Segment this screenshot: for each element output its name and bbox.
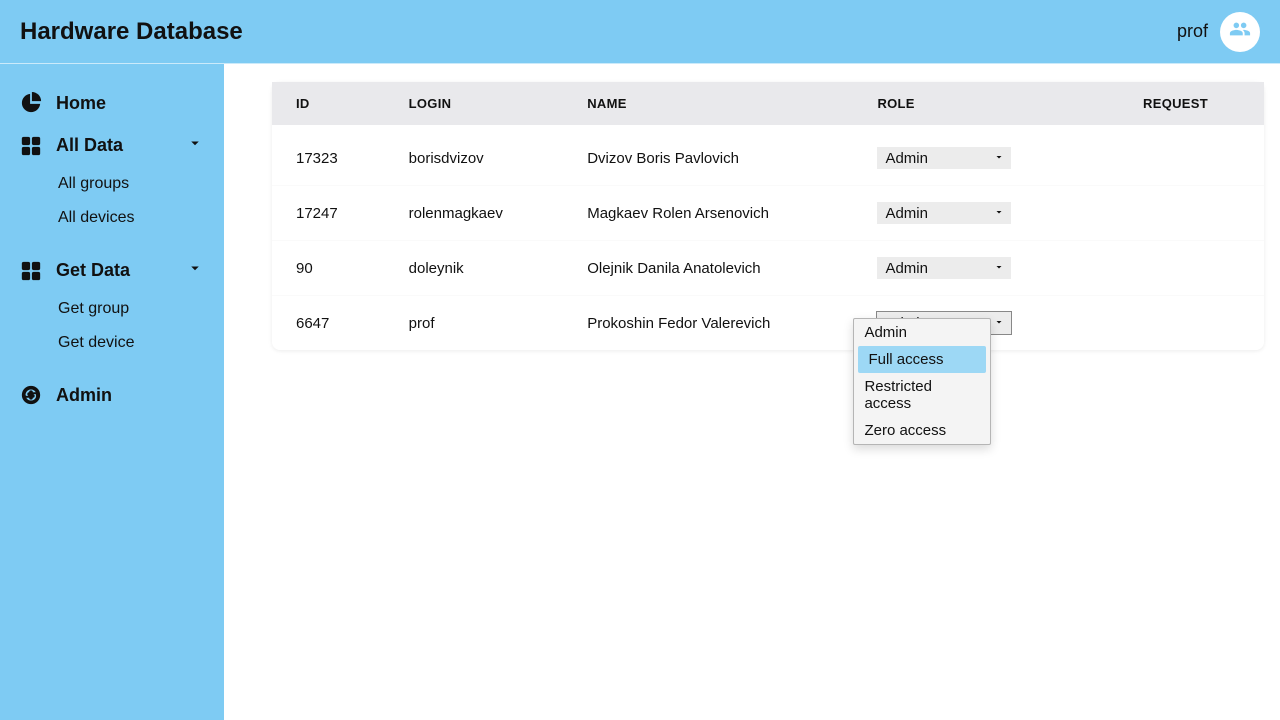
chevron-down-icon	[993, 205, 1005, 222]
cell-request	[1082, 296, 1264, 351]
cell-id: 90	[272, 241, 385, 296]
table-row: 17323borisdvizovDvizov Boris Pavlovich Ad…	[272, 125, 1264, 186]
cell-login: borisdvizov	[385, 125, 564, 186]
sidebar-item-get-group[interactable]: Get group	[12, 292, 212, 326]
users-table: ID LOGIN NAME ROLE REQUEST 17323borisdvi…	[272, 82, 1264, 350]
cell-name: Dvizov Boris Pavlovich	[563, 125, 853, 186]
col-login: LOGIN	[385, 82, 564, 125]
role-select-value: Admin	[885, 205, 928, 222]
table-row: 17247rolenmagkaevMagkaev Rolen Arsenovic…	[272, 186, 1264, 241]
username-label: prof	[1177, 21, 1208, 42]
cell-name: Magkaev Rolen Arsenovich	[563, 186, 853, 241]
role-select-value: Admin	[885, 260, 928, 277]
cell-login: doleynik	[385, 241, 564, 296]
role-option[interactable]: Zero access	[854, 417, 990, 444]
chevron-down-icon	[993, 260, 1005, 277]
role-select[interactable]: Admin	[877, 202, 1011, 224]
grid-icon	[20, 260, 42, 282]
col-id: ID	[272, 82, 385, 125]
pie-chart-icon	[20, 92, 42, 114]
cell-id: 17323	[272, 125, 385, 186]
role-select-value: Admin	[885, 150, 928, 167]
table-row: 6647profProkoshin Fedor ValerevichAdminA…	[272, 296, 1264, 351]
sidebar-item-all-devices[interactable]: All devices	[12, 201, 212, 235]
cell-role: Admin	[853, 241, 1082, 296]
grid-icon	[20, 135, 42, 157]
users-icon	[1229, 18, 1251, 45]
cell-role: Admin	[853, 186, 1082, 241]
role-option[interactable]: Full access	[858, 346, 986, 373]
user-area[interactable]: prof	[1177, 12, 1260, 52]
cell-request	[1082, 241, 1264, 296]
col-request: REQUEST	[1082, 82, 1264, 125]
avatar[interactable]	[1220, 12, 1260, 52]
chevron-down-icon	[993, 150, 1005, 167]
role-select[interactable]: Admin	[877, 147, 1011, 169]
sidebar-item-all-groups[interactable]: All groups	[12, 167, 212, 201]
sidebar-item-home[interactable]: Home	[12, 82, 212, 124]
cell-id: 17247	[272, 186, 385, 241]
col-role: ROLE	[853, 82, 1082, 125]
cell-name: Olejnik Danila Anatolevich	[563, 241, 853, 296]
chevron-down-icon	[993, 315, 1005, 332]
role-dropdown: AdminFull accessRestricted accessZero ac…	[853, 318, 991, 445]
sidebar-item-label: Admin	[56, 385, 112, 406]
cell-name: Prokoshin Fedor Valerevich	[563, 296, 853, 351]
cell-role: AdminAdminFull accessRestricted accessZe…	[853, 296, 1082, 351]
col-name: NAME	[563, 82, 853, 125]
support-icon	[20, 384, 42, 406]
sidebar-item-label: Home	[56, 93, 106, 114]
sidebar-item-all-data[interactable]: All Data	[12, 124, 212, 167]
role-option[interactable]: Restricted access	[854, 373, 990, 417]
app-title: Hardware Database	[20, 18, 243, 46]
cell-request	[1082, 125, 1264, 186]
sidebar-item-label: Get Data	[56, 260, 130, 281]
sidebar-item-get-device[interactable]: Get device	[12, 326, 212, 360]
sidebar-item-label: All Data	[56, 135, 123, 156]
role-select[interactable]: Admin	[877, 257, 1011, 279]
users-table-card: ID LOGIN NAME ROLE REQUEST 17323borisdvi…	[272, 82, 1264, 350]
table-row: 90doleynikOlejnik Danila Anatolevich Admi…	[272, 241, 1264, 296]
sidebar-item-get-data[interactable]: Get Data	[12, 249, 212, 292]
sidebar-item-admin[interactable]: Admin	[12, 374, 212, 416]
cell-login: rolenmagkaev	[385, 186, 564, 241]
sidebar: Home All Data All groups All devices Get…	[0, 64, 224, 720]
chevron-down-icon	[186, 259, 204, 282]
role-option[interactable]: Admin	[854, 319, 990, 346]
cell-role: Admin	[853, 125, 1082, 186]
chevron-down-icon	[186, 134, 204, 157]
cell-login: prof	[385, 296, 564, 351]
cell-id: 6647	[272, 296, 385, 351]
cell-request	[1082, 186, 1264, 241]
